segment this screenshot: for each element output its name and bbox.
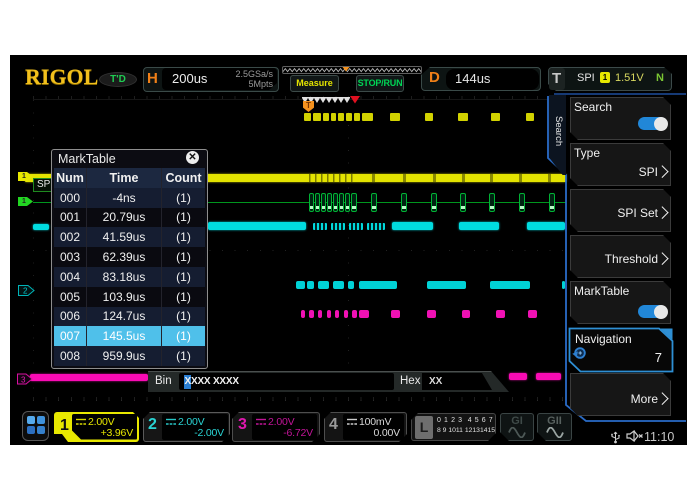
svg-text:3: 3 [21,376,26,385]
svg-text:2: 2 [23,287,28,296]
